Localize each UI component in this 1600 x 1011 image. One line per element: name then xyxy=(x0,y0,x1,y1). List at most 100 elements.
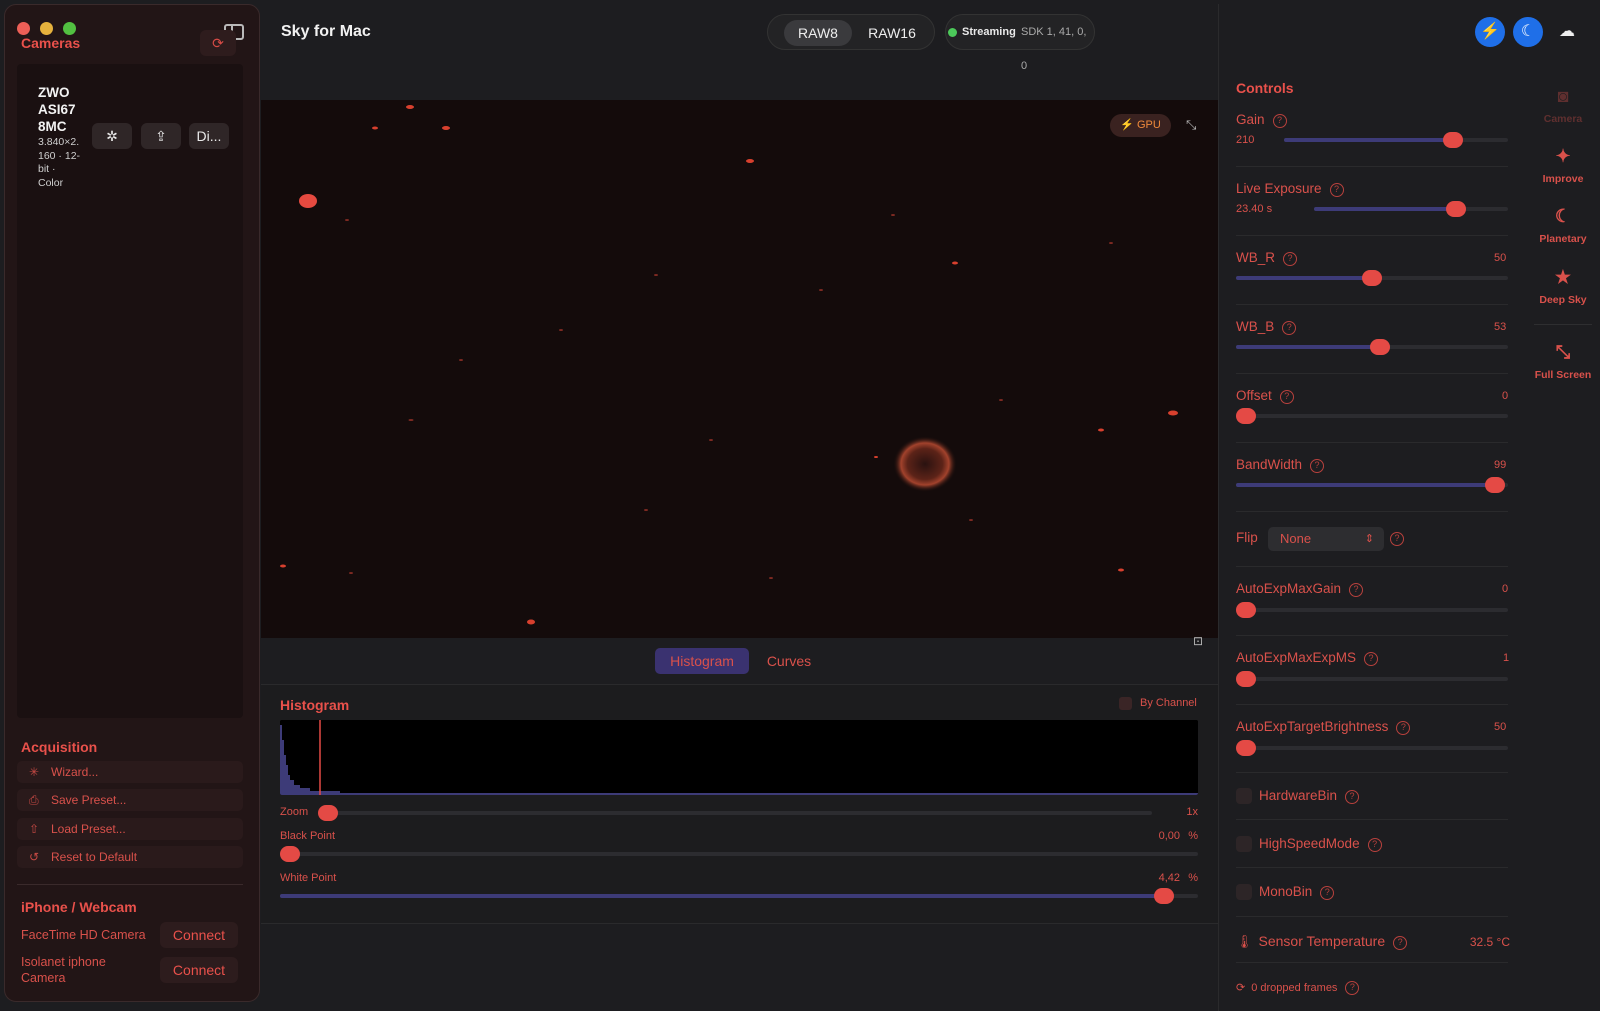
controls-divider xyxy=(1236,166,1508,167)
gain-slider[interactable] xyxy=(1284,132,1508,148)
help-icon[interactable]: ? xyxy=(1320,886,1335,900)
help-icon[interactable]: ? xyxy=(1367,838,1382,852)
live-exposure-slider[interactable] xyxy=(1314,201,1508,217)
auto-exp-max-exp-ms-label: AutoExpMaxExpMS? xyxy=(1236,650,1379,666)
reset-default-label: Reset to Default xyxy=(51,850,138,864)
collapse-panel-icon[interactable]: ⊡ xyxy=(1193,634,1203,648)
wb-r-slider-thumb[interactable] xyxy=(1362,270,1382,286)
format-raw8-button[interactable]: RAW8 xyxy=(784,20,852,46)
refresh-cameras-button[interactable]: ⟳ xyxy=(200,30,236,56)
auto-exp-max-gain-slider-thumb[interactable] xyxy=(1236,602,1256,618)
wizard-button[interactable]: ✳ Wizard... xyxy=(17,761,243,783)
help-icon[interactable]: ? xyxy=(1282,321,1297,335)
help-icon[interactable]: ? xyxy=(1279,390,1294,404)
rail-planetary[interactable]: ☾ Planetary xyxy=(1530,206,1596,245)
help-icon[interactable]: ? xyxy=(1329,183,1344,197)
black-point-slider[interactable] xyxy=(280,846,1198,862)
wb-b-slider[interactable] xyxy=(1236,339,1508,355)
upload-icon: ⇧ xyxy=(29,822,40,836)
zoom-slider[interactable] xyxy=(318,805,1152,821)
wb-r-value: 50 xyxy=(1494,252,1507,264)
auto-exp-max-gain-label: AutoExpMaxGain? xyxy=(1236,581,1364,597)
image-preview[interactable] xyxy=(261,100,1218,638)
night-mode-icon[interactable]: ☾ xyxy=(1513,17,1543,47)
bandwidth-slider-fill xyxy=(1236,483,1496,487)
weather-icon[interactable]: ☁ xyxy=(1552,17,1582,47)
rail-deep-sky[interactable]: ★ Deep Sky xyxy=(1530,267,1596,306)
help-icon[interactable]: ? xyxy=(1345,790,1360,804)
camera-share-button[interactable]: ⇪ xyxy=(141,123,181,149)
zoom-window-button[interactable] xyxy=(63,22,76,35)
auto-exp-max-gain-slider[interactable] xyxy=(1236,602,1508,618)
offset-slider[interactable] xyxy=(1236,408,1508,424)
star xyxy=(442,126,450,130)
faint-star xyxy=(769,577,773,579)
help-icon[interactable]: ? xyxy=(1272,114,1287,128)
tab-histogram[interactable]: Histogram xyxy=(655,648,749,674)
format-raw16-button[interactable]: RAW16 xyxy=(858,20,926,46)
zoom-slider-thumb[interactable] xyxy=(318,805,338,821)
acquisition-title: Acquisition xyxy=(21,739,98,755)
hardware-bin-label-text: HardwareBin xyxy=(1259,788,1338,803)
controls-divider xyxy=(1236,867,1508,868)
rail-planetary-label: Planetary xyxy=(1539,233,1587,245)
reset-default-button[interactable]: ↺ Reset to Default xyxy=(17,846,243,868)
hardware-bin-label: HardwareBin? xyxy=(1259,788,1360,804)
auto-exp-target-brightness-slider-thumb[interactable] xyxy=(1236,740,1256,756)
flip-select-value: None xyxy=(1280,531,1312,546)
star xyxy=(1168,410,1178,416)
live-exposure-slider-thumb[interactable] xyxy=(1446,201,1467,217)
help-icon[interactable]: ? xyxy=(1345,981,1360,995)
gain-slider-thumb[interactable] xyxy=(1443,132,1464,148)
auto-exp-max-exp-ms-slider-thumb[interactable] xyxy=(1236,671,1256,687)
tab-curves[interactable]: Curves xyxy=(753,648,825,674)
controls-divider xyxy=(1236,962,1508,963)
stream-status: Streaming SDK 1, 41, 0, 0 xyxy=(945,14,1095,72)
auto-exp-target-brightness-slider[interactable] xyxy=(1236,740,1508,756)
camera-name[interactable]: ZWO ASI67 8MC xyxy=(38,84,84,135)
bandwidth-slider-thumb[interactable] xyxy=(1485,477,1506,493)
help-icon[interactable]: ? xyxy=(1283,252,1298,266)
close-window-button[interactable] xyxy=(17,22,30,35)
bolt-icon[interactable]: ⚡ xyxy=(1475,17,1505,47)
connect-button[interactable]: Connect xyxy=(160,922,238,948)
rail-improve[interactable]: ✦ Improve xyxy=(1530,146,1596,185)
camera-name-line: ASI67 xyxy=(38,102,76,117)
black-point-slider-thumb[interactable] xyxy=(280,846,300,862)
faint-star xyxy=(654,274,658,276)
black-point-label: Black Point xyxy=(280,830,336,842)
controls-divider xyxy=(1236,635,1508,636)
help-icon[interactable]: ? xyxy=(1349,583,1364,597)
help-icon[interactable]: ? xyxy=(1310,459,1325,473)
help-icon[interactable]: ? xyxy=(1393,936,1408,950)
white-point-slider[interactable] xyxy=(280,888,1198,904)
high-speed-mode-checkbox[interactable] xyxy=(1236,836,1252,852)
camera-list: ZWO ASI67 8MC 3.840×2. 160 · 12- bit · C… xyxy=(17,64,243,718)
flip-select[interactable]: None ⇕ xyxy=(1268,527,1384,551)
save-preset-button[interactable]: ⎙ Save Preset... xyxy=(17,789,243,811)
rail-full-screen[interactable]: ⤡ Full Screen xyxy=(1530,342,1596,381)
by-channel-checkbox[interactable] xyxy=(1119,697,1132,710)
expand-icon[interactable]: ⤡ xyxy=(1186,117,1196,133)
thermometer-icon: 🌡︎ xyxy=(1236,934,1253,949)
minimize-window-button[interactable] xyxy=(40,22,53,35)
camera-settings-button[interactable]: ✲ xyxy=(92,123,132,149)
auto-exp-max-exp-ms-slider[interactable] xyxy=(1236,671,1508,687)
camera-display-button[interactable]: Di... xyxy=(189,123,229,149)
auto-exp-max-exp-ms-value: 1 xyxy=(1503,652,1510,664)
help-icon[interactable]: ? xyxy=(1396,721,1411,735)
connect-button[interactable]: Connect xyxy=(160,957,238,983)
help-icon[interactable]: ? xyxy=(1390,532,1404,546)
wb-r-slider[interactable] xyxy=(1236,270,1508,286)
white-point-slider-thumb[interactable] xyxy=(1153,888,1174,904)
mono-bin-checkbox[interactable] xyxy=(1236,884,1252,900)
offset-slider-thumb[interactable] xyxy=(1236,408,1256,424)
help-icon[interactable]: ? xyxy=(1364,652,1379,666)
wb-b-slider-thumb[interactable] xyxy=(1369,339,1390,355)
rail-camera[interactable]: ◙ Camera xyxy=(1530,86,1596,125)
gpu-badge[interactable]: ⚡ GPU xyxy=(1110,114,1171,137)
bandwidth-slider[interactable] xyxy=(1236,477,1508,493)
load-preset-button[interactable]: ⇧ Load Preset... xyxy=(17,818,243,840)
auto-exp-max-exp-ms-label-text: AutoExpMaxExpMS xyxy=(1236,650,1357,665)
hardware-bin-checkbox[interactable] xyxy=(1236,788,1252,804)
